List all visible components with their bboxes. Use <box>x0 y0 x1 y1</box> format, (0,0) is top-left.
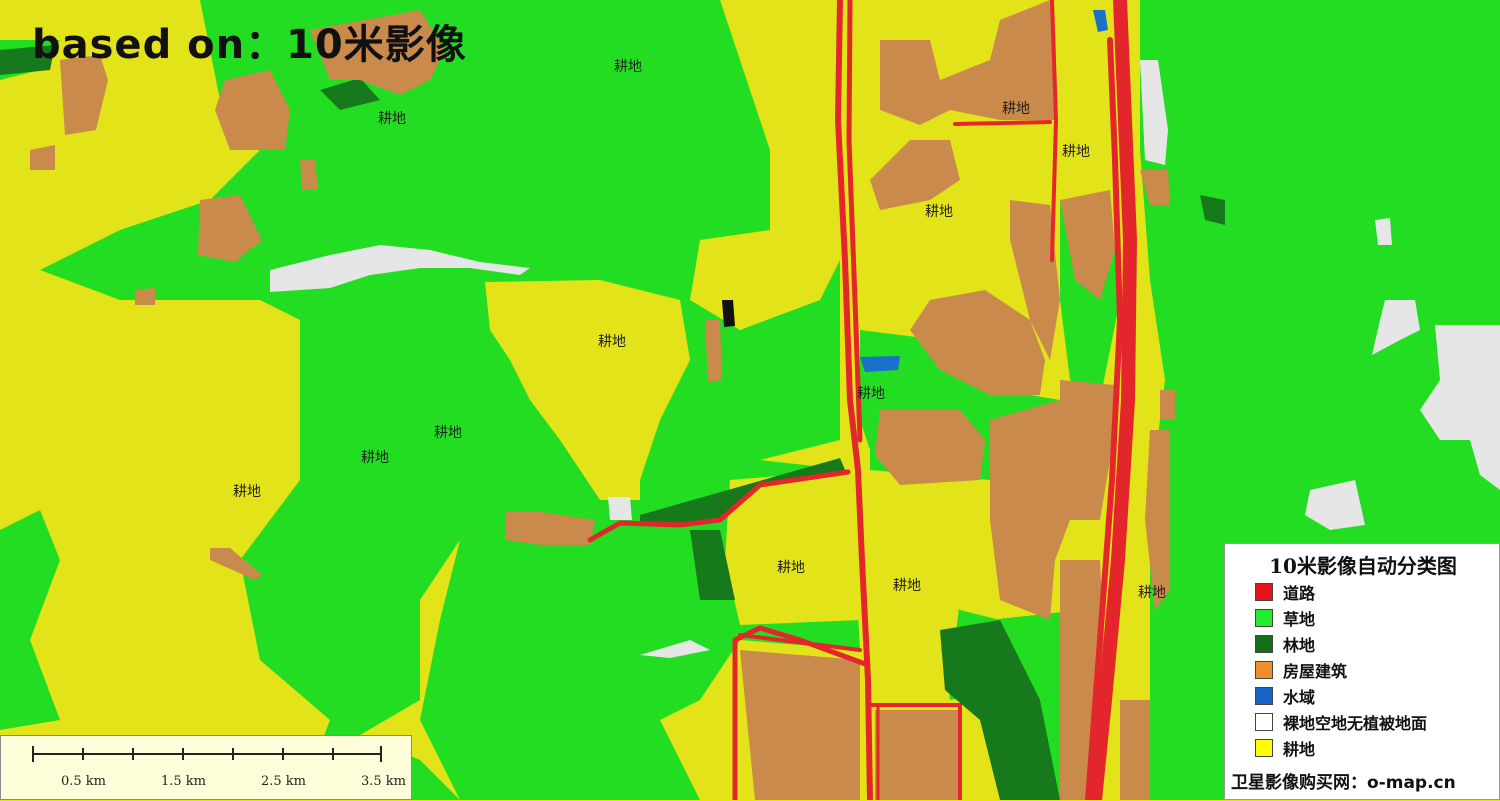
legend-swatch <box>1255 713 1273 731</box>
legend-label: 草地 <box>1283 610 1316 629</box>
bare-area <box>1375 218 1392 245</box>
cropland-label: 耕地 <box>925 204 953 220</box>
cropland-label: 耕地 <box>378 111 406 127</box>
building-area <box>1120 700 1150 800</box>
cropland-label: 耕地 <box>1002 101 1030 117</box>
legend-item-road: 道路 <box>1255 580 1315 604</box>
legend-label: 裸地空地无植被地面 <box>1283 714 1428 733</box>
cropland-label: 耕地 <box>233 484 261 500</box>
scale-tick-label: 0.5 km <box>61 774 107 789</box>
cropland-label: 耕地 <box>1062 144 1090 160</box>
scale-tick-label: 3.5 km <box>361 774 407 789</box>
building-area <box>740 650 860 800</box>
cropland-label: 耕地 <box>361 450 389 466</box>
cropland-label: 耕地 <box>893 578 921 594</box>
legend-swatch <box>1255 687 1273 705</box>
legend-label: 水域 <box>1283 688 1316 707</box>
bare-area <box>608 497 632 520</box>
legend-item-cropland: 耕地 <box>1255 736 1315 760</box>
legend-swatch <box>1255 739 1273 757</box>
cropland-label: 耕地 <box>857 386 885 402</box>
legend-item-bare-land: 裸地空地无植被地面 <box>1255 710 1427 734</box>
legend-label: 林地 <box>1283 636 1316 655</box>
scale-tick-label: 1.5 km <box>161 774 207 789</box>
legend-item-water: 水域 <box>1255 684 1315 708</box>
legend-title: 10米影像自动分类图 <box>1269 554 1457 578</box>
scale-bar-graphic <box>32 746 382 762</box>
road <box>953 120 1052 126</box>
legend-swatch <box>1255 583 1273 601</box>
map-title: based on：10米影像 <box>32 22 467 68</box>
building-area <box>875 710 960 800</box>
cropland-label: 耕地 <box>777 560 805 576</box>
cropland-label: 耕地 <box>614 59 642 75</box>
cropland-label: 耕地 <box>1138 585 1166 601</box>
legend-footer: 卫星影像购买网：o-map.cn <box>1231 773 1456 793</box>
water-area <box>860 356 900 372</box>
scale-bar: 0.5 km 1.5 km 2.5 km 3.5 km <box>0 735 412 800</box>
legend-label: 道路 <box>1283 584 1316 603</box>
legend-item-grassland: 草地 <box>1255 606 1315 630</box>
legend-swatch <box>1255 635 1273 653</box>
water-area <box>722 300 735 327</box>
building-area <box>875 410 985 485</box>
legend-swatch <box>1255 609 1273 627</box>
cropland-label: 耕地 <box>598 334 626 350</box>
building-area <box>300 160 318 190</box>
map-legend: 10米影像自动分类图 道路 草地 林地 房屋建筑 水域 裸地空地无植被地面 耕地… <box>1224 543 1500 800</box>
legend-label: 耕地 <box>1283 740 1316 759</box>
legend-swatch <box>1255 661 1273 679</box>
legend-item-forest: 林地 <box>1255 632 1315 656</box>
building-area <box>1160 390 1175 420</box>
legend-item-building: 房屋建筑 <box>1255 658 1347 682</box>
scale-tick-label: 2.5 km <box>261 774 307 789</box>
cropland-label: 耕地 <box>434 425 462 441</box>
building-area <box>135 288 155 305</box>
legend-label: 房屋建筑 <box>1283 662 1348 681</box>
